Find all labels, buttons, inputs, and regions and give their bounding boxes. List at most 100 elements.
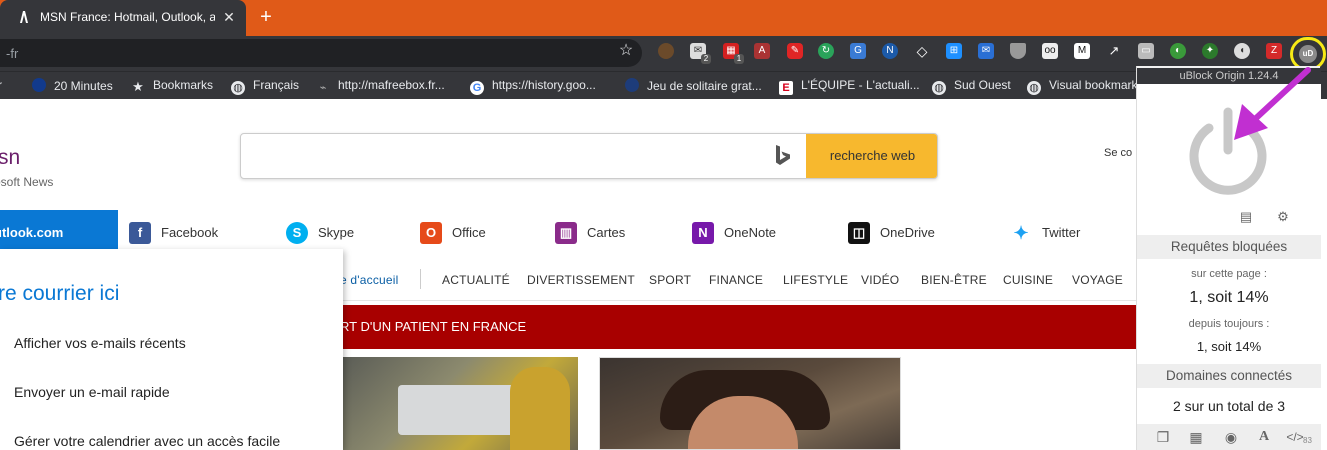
bookmark-item[interactable]: ⌁ http://mafreebox.fr... [316, 78, 445, 94]
extension-vivaldi-icon[interactable]: ✎ [787, 43, 803, 59]
extension-open-icon[interactable]: ↗ [1106, 43, 1122, 59]
extension-badge: 1 [734, 54, 744, 64]
quick-link-label: Cartes [587, 225, 626, 240]
quick-link-skype[interactable]: S Skype [286, 222, 354, 244]
ambulance-shape [398, 385, 518, 435]
outlook-item[interactable]: Gérer votre calendrier avec un accès fac… [14, 433, 280, 449]
msn-logo[interactable]: sn [0, 146, 20, 170]
bookmark-item[interactable]: ◍ Visual bookmark [1027, 78, 1138, 95]
solitaire-icon [625, 78, 639, 92]
new-tab-button[interactable]: + [256, 6, 276, 28]
skype-icon: S [286, 222, 308, 244]
outlook-item[interactable]: Envoyer un e-mail rapide [14, 384, 170, 400]
msn-page: sn osoft News recherche web Se co utlook… [0, 99, 1327, 450]
quick-link-label: Office [452, 225, 486, 240]
extension-bookmark-icon[interactable]: M [1074, 43, 1090, 59]
since-label: depuis toujours : [1188, 318, 1270, 330]
google-icon: G [470, 81, 484, 95]
bookmark-label: https://history.goo... [492, 78, 596, 92]
dashboard-icon[interactable]: ⚙ [1274, 208, 1292, 226]
search-button[interactable]: recherche web [806, 134, 937, 178]
logger-icon[interactable]: ▤ [1237, 208, 1255, 226]
extension-screen-icon[interactable]: ▭ [1138, 43, 1154, 59]
bookmark-item[interactable]: Ghttps://history.goo... [470, 78, 596, 95]
ublock-bottom-bar: ❐ ▦ ◉ A </> 83 [1137, 424, 1321, 450]
extension-grid-icon[interactable]: oo [1042, 43, 1058, 59]
nav-actualite[interactable]: ACTUALITÉ [442, 273, 510, 287]
extension-zap-icon[interactable]: Z [1266, 43, 1282, 59]
bookmark-item[interactable]: r [0, 78, 2, 94]
popup-blocking-icon[interactable]: ❐ [1153, 428, 1173, 446]
bookmark-item[interactable]: ◍ Sud Ouest [932, 78, 1011, 95]
bookmark-item[interactable]: E L'ÉQUIPE - L'actuali... [779, 78, 920, 95]
nav-finance[interactable]: FINANCE [709, 273, 763, 287]
quick-link-onenote[interactable]: N OneNote [692, 222, 776, 244]
extension-pdf-icon[interactable]: A [754, 43, 770, 59]
tab-active[interactable]: MSN France: Hotmail, Outlook, a ✕ [0, 0, 246, 36]
nav-video[interactable]: VIDÉO [861, 273, 899, 287]
extension-leaf-icon[interactable]: ✦ [1202, 43, 1218, 59]
bookmark-item[interactable]: ◍ Français [231, 78, 300, 95]
signin-link[interactable]: Se co [1104, 147, 1132, 159]
outlook-heading: re courrier ici [0, 282, 120, 305]
bookmark-star-icon[interactable]: ☆ [617, 42, 635, 60]
globe-icon: ◍ [932, 81, 946, 95]
search-input[interactable] [241, 134, 805, 178]
nav-home[interactable]: e d'accueil [340, 273, 399, 287]
domains-header: Domaines connectés [1137, 364, 1321, 388]
nav-sport[interactable]: SPORT [649, 273, 691, 287]
quick-link-office[interactable]: O Office [420, 222, 486, 244]
quick-link-label: Twitter [1042, 225, 1081, 240]
quick-link-onedrive[interactable]: ◫ OneDrive [848, 222, 935, 244]
nav-lifestyle[interactable]: LIFESTYLE [783, 273, 848, 287]
extension-badge: 2 [701, 54, 711, 64]
bookmark-label: http://mafreebox.fr... [338, 78, 445, 92]
nav-bien-etre[interactable]: BIEN-ÊTRE [921, 273, 987, 287]
extension-shield-icon[interactable] [1010, 43, 1026, 59]
quick-link-cartes[interactable]: ▥ Cartes [555, 222, 625, 244]
extension-refresh-icon[interactable]: ↻ [818, 43, 834, 59]
nav-cuisine[interactable]: CUISINE [1003, 273, 1053, 287]
extension-envelope-icon[interactable]: ✉ [978, 43, 994, 59]
quick-link-twitter[interactable]: ✦ Twitter [1010, 222, 1080, 244]
onenote-icon: N [692, 222, 714, 244]
nav-divertissement[interactable]: DIVERTISSEMENT [527, 273, 635, 287]
bookmark-label: Visual bookmark [1049, 78, 1138, 92]
outlook-item[interactable]: Afficher vos e-mails récents [14, 335, 186, 351]
address-text: -fr [6, 46, 19, 61]
media-blocking-icon[interactable]: ▦ [1186, 428, 1206, 446]
bookmark-item[interactable]: Jeu de solitaire grat... [625, 78, 762, 94]
extension-eye-icon[interactable]: ◐ [1170, 43, 1186, 59]
bookmark-label: 20 Minutes [54, 79, 113, 93]
star-icon: ★ [132, 79, 144, 94]
quick-link-facebook[interactable]: f Facebook [129, 222, 218, 244]
lequipe-icon: E [779, 81, 793, 95]
bookmark-item[interactable]: 20 Minutes [32, 78, 113, 94]
bookmark-label: L'ÉQUIPE - L'actuali... [801, 78, 920, 92]
domains-value: 2 sur un total de 3 [1172, 398, 1286, 414]
nav-voyage[interactable]: VOYAGE [1072, 273, 1123, 287]
extension-mouse-icon[interactable]: ◖ [1234, 43, 1250, 59]
globe-icon: ◍ [231, 81, 245, 95]
javascript-icon[interactable]: </> [1285, 428, 1305, 446]
breaking-news-text: RT D'UN PATIENT EN FRANCE [340, 319, 527, 334]
extension-google-icon[interactable]: G [850, 43, 866, 59]
bookmark-item[interactable]: ★ Bookmarks [131, 78, 213, 94]
remote-fonts-icon[interactable]: A [1254, 428, 1274, 446]
extension-windows-icon[interactable]: ⊞ [946, 43, 962, 59]
quick-link-label: Facebook [161, 225, 219, 240]
extension-acorn-icon[interactable] [658, 43, 674, 59]
extension-n-icon[interactable]: N [882, 43, 898, 59]
20minutes-icon [32, 78, 46, 92]
hazmat-suit-shape [510, 367, 570, 450]
tab-close-icon[interactable]: ✕ [221, 9, 237, 25]
bookmark-label: Français [253, 78, 300, 92]
cosmetic-filtering-icon[interactable]: ◉ [1221, 428, 1241, 446]
news-image-ambulance[interactable] [340, 357, 578, 450]
news-image-portrait[interactable] [599, 357, 901, 450]
since-value: 1, soit 14% [1196, 339, 1262, 354]
bookmark-label: Jeu de solitaire grat... [647, 79, 762, 93]
address-bar[interactable]: -fr [0, 39, 642, 67]
bookmark-label: Sud Ouest [954, 78, 1011, 92]
extension-diamond-icon[interactable]: ◇ [914, 43, 930, 59]
